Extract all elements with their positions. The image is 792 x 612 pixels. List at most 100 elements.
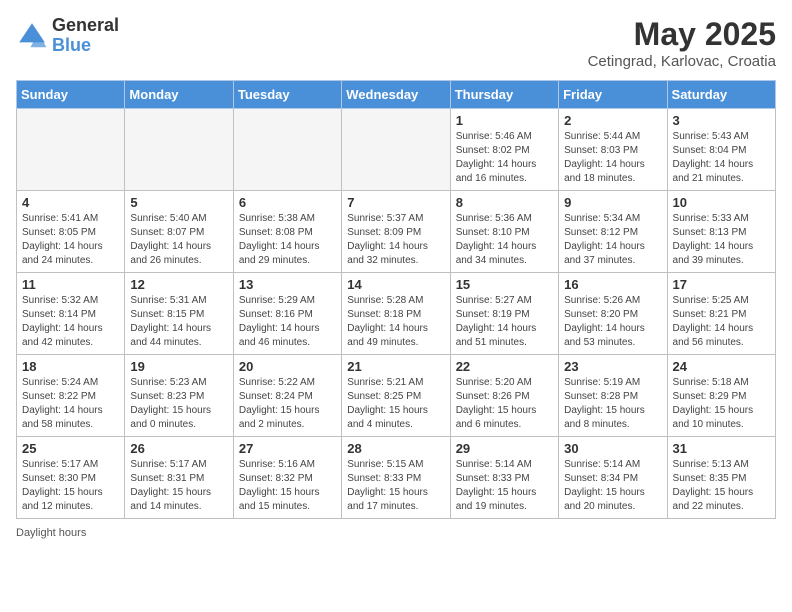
day-info: Sunrise: 5:28 AM Sunset: 8:18 PM Dayligh… xyxy=(347,294,444,350)
header-day: Sunday xyxy=(17,81,125,109)
footer-label: Daylight hours xyxy=(16,527,86,539)
header-day: Wednesday xyxy=(342,81,450,109)
day-number: 15 xyxy=(456,277,553,292)
calendar-cell: 29 Sunrise: 5:14 AM Sunset: 8:33 PM Dayli… xyxy=(450,437,558,519)
day-info: Sunrise: 5:29 AM Sunset: 8:16 PM Dayligh… xyxy=(239,294,336,350)
day-info: Sunrise: 5:44 AM Sunset: 8:03 PM Dayligh… xyxy=(564,130,661,186)
calendar-cell: 21 Sunrise: 5:21 AM Sunset: 8:25 PM Dayli… xyxy=(342,355,450,437)
day-number: 12 xyxy=(130,277,227,292)
day-number: 20 xyxy=(239,359,336,374)
day-number: 13 xyxy=(239,277,336,292)
calendar-week-row: 25 Sunrise: 5:17 AM Sunset: 8:30 PM Dayli… xyxy=(17,437,776,519)
day-info: Sunrise: 5:21 AM Sunset: 8:25 PM Dayligh… xyxy=(347,376,444,432)
calendar-cell: 24Sunrise: 5:18 AM Sunset: 8:29 PM Dayli… xyxy=(667,355,775,437)
calendar-cell: 3Sunrise: 5:43 AM Sunset: 8:04 PM Daylig… xyxy=(667,109,775,191)
calendar-cell: 26 Sunrise: 5:17 AM Sunset: 8:31 PM Dayli… xyxy=(125,437,233,519)
calendar-cell: 18 Sunrise: 5:24 AM Sunset: 8:22 PM Dayli… xyxy=(17,355,125,437)
header-row: SundayMondayTuesdayWednesdayThursdayFrid… xyxy=(17,81,776,109)
day-number: 29 xyxy=(456,441,553,456)
day-number: 17 xyxy=(673,277,770,292)
calendar-week-row: 11 Sunrise: 5:32 AM Sunset: 8:14 PM Dayli… xyxy=(17,273,776,355)
day-info: Sunrise: 5:33 AM Sunset: 8:13 PM Dayligh… xyxy=(673,212,770,268)
calendar-cell: 15 Sunrise: 5:27 AM Sunset: 8:19 PM Dayli… xyxy=(450,273,558,355)
calendar-cell: 6Sunrise: 5:38 AM Sunset: 8:08 PM Daylig… xyxy=(233,191,341,273)
day-info: Sunrise: 5:20 AM Sunset: 8:26 PM Dayligh… xyxy=(456,376,553,432)
header-day: Monday xyxy=(125,81,233,109)
day-number: 27 xyxy=(239,441,336,456)
calendar-week-row: 4 Sunrise: 5:41 AM Sunset: 8:05 PM Daylig… xyxy=(17,191,776,273)
calendar-cell: 11 Sunrise: 5:32 AM Sunset: 8:14 PM Dayli… xyxy=(17,273,125,355)
calendar-cell: 30Sunrise: 5:14 AM Sunset: 8:34 PM Dayli… xyxy=(559,437,667,519)
day-info: Sunrise: 5:32 AM Sunset: 8:14 PM Dayligh… xyxy=(22,294,119,350)
calendar-cell: 10Sunrise: 5:33 AM Sunset: 8:13 PM Dayli… xyxy=(667,191,775,273)
calendar-cell: 14 Sunrise: 5:28 AM Sunset: 8:18 PM Dayli… xyxy=(342,273,450,355)
day-number: 3 xyxy=(673,113,770,128)
calendar-cell: 5 Sunrise: 5:40 AM Sunset: 8:07 PM Daylig… xyxy=(125,191,233,273)
logo-text: General Blue xyxy=(52,16,119,56)
day-number: 4 xyxy=(22,195,119,210)
logo-general-text: General xyxy=(52,16,119,36)
day-number: 19 xyxy=(130,359,227,374)
day-number: 5 xyxy=(130,195,227,210)
calendar-table: SundayMondayTuesdayWednesdayThursdayFrid… xyxy=(16,80,776,519)
day-info: Sunrise: 5:17 AM Sunset: 8:31 PM Dayligh… xyxy=(130,458,227,514)
day-number: 22 xyxy=(456,359,553,374)
day-number: 26 xyxy=(130,441,227,456)
title-block: May 2025 Cetingrad, Karlovac, Croatia xyxy=(588,16,776,70)
day-number: 31 xyxy=(673,441,770,456)
day-number: 25 xyxy=(22,441,119,456)
calendar-cell: 20Sunrise: 5:22 AM Sunset: 8:24 PM Dayli… xyxy=(233,355,341,437)
day-number: 11 xyxy=(22,277,119,292)
calendar-cell: 1Sunrise: 5:46 AM Sunset: 8:02 PM Daylig… xyxy=(450,109,558,191)
calendar-cell: 27 Sunrise: 5:16 AM Sunset: 8:32 PM Dayli… xyxy=(233,437,341,519)
calendar-cell: 17Sunrise: 5:25 AM Sunset: 8:21 PM Dayli… xyxy=(667,273,775,355)
day-number: 2 xyxy=(564,113,661,128)
logo-blue-text: Blue xyxy=(52,36,119,56)
day-info: Sunrise: 5:26 AM Sunset: 8:20 PM Dayligh… xyxy=(564,294,661,350)
day-info: Sunrise: 5:19 AM Sunset: 8:28 PM Dayligh… xyxy=(564,376,661,432)
day-info: Sunrise: 5:16 AM Sunset: 8:32 PM Dayligh… xyxy=(239,458,336,514)
day-number: 18 xyxy=(22,359,119,374)
calendar-cell: 22 Sunrise: 5:20 AM Sunset: 8:26 PM Dayli… xyxy=(450,355,558,437)
day-info: Sunrise: 5:24 AM Sunset: 8:22 PM Dayligh… xyxy=(22,376,119,432)
calendar-cell: 28Sunrise: 5:15 AM Sunset: 8:33 PM Dayli… xyxy=(342,437,450,519)
day-info: Sunrise: 5:13 AM Sunset: 8:35 PM Dayligh… xyxy=(673,458,770,514)
day-number: 7 xyxy=(347,195,444,210)
logo: General Blue xyxy=(16,16,119,56)
calendar-cell: 13 Sunrise: 5:29 AM Sunset: 8:16 PM Dayli… xyxy=(233,273,341,355)
calendar-cell xyxy=(233,109,341,191)
day-number: 14 xyxy=(347,277,444,292)
day-number: 21 xyxy=(347,359,444,374)
calendar-cell: 31 Sunrise: 5:13 AM Sunset: 8:35 PM Dayli… xyxy=(667,437,775,519)
day-info: Sunrise: 5:27 AM Sunset: 8:19 PM Dayligh… xyxy=(456,294,553,350)
calendar-body: 1Sunrise: 5:46 AM Sunset: 8:02 PM Daylig… xyxy=(17,109,776,519)
calendar-cell: 9 Sunrise: 5:34 AM Sunset: 8:12 PM Daylig… xyxy=(559,191,667,273)
day-info: Sunrise: 5:31 AM Sunset: 8:15 PM Dayligh… xyxy=(130,294,227,350)
header-day: Thursday xyxy=(450,81,558,109)
day-number: 9 xyxy=(564,195,661,210)
day-info: Sunrise: 5:34 AM Sunset: 8:12 PM Dayligh… xyxy=(564,212,661,268)
calendar-week-row: 1Sunrise: 5:46 AM Sunset: 8:02 PM Daylig… xyxy=(17,109,776,191)
day-info: Sunrise: 5:40 AM Sunset: 8:07 PM Dayligh… xyxy=(130,212,227,268)
day-number: 30 xyxy=(564,441,661,456)
header-day: Friday xyxy=(559,81,667,109)
header-day: Tuesday xyxy=(233,81,341,109)
day-info: Sunrise: 5:18 AM Sunset: 8:29 PM Dayligh… xyxy=(673,376,770,432)
calendar-cell xyxy=(125,109,233,191)
day-number: 1 xyxy=(456,113,553,128)
footer: Daylight hours xyxy=(16,527,776,539)
calendar-week-row: 18 Sunrise: 5:24 AM Sunset: 8:22 PM Dayli… xyxy=(17,355,776,437)
day-info: Sunrise: 5:37 AM Sunset: 8:09 PM Dayligh… xyxy=(347,212,444,268)
page-header: General Blue May 2025 Cetingrad, Karlova… xyxy=(16,16,776,70)
calendar-cell: 8Sunrise: 5:36 AM Sunset: 8:10 PM Daylig… xyxy=(450,191,558,273)
calendar-cell: 2 Sunrise: 5:44 AM Sunset: 8:03 PM Daylig… xyxy=(559,109,667,191)
day-info: Sunrise: 5:38 AM Sunset: 8:08 PM Dayligh… xyxy=(239,212,336,268)
day-number: 8 xyxy=(456,195,553,210)
day-info: Sunrise: 5:17 AM Sunset: 8:30 PM Dayligh… xyxy=(22,458,119,514)
calendar-cell: 16Sunrise: 5:26 AM Sunset: 8:20 PM Dayli… xyxy=(559,273,667,355)
day-info: Sunrise: 5:14 AM Sunset: 8:33 PM Dayligh… xyxy=(456,458,553,514)
month-title: May 2025 xyxy=(588,16,776,53)
day-info: Sunrise: 5:41 AM Sunset: 8:05 PM Dayligh… xyxy=(22,212,119,268)
calendar-cell: 25 Sunrise: 5:17 AM Sunset: 8:30 PM Dayli… xyxy=(17,437,125,519)
header-day: Saturday xyxy=(667,81,775,109)
